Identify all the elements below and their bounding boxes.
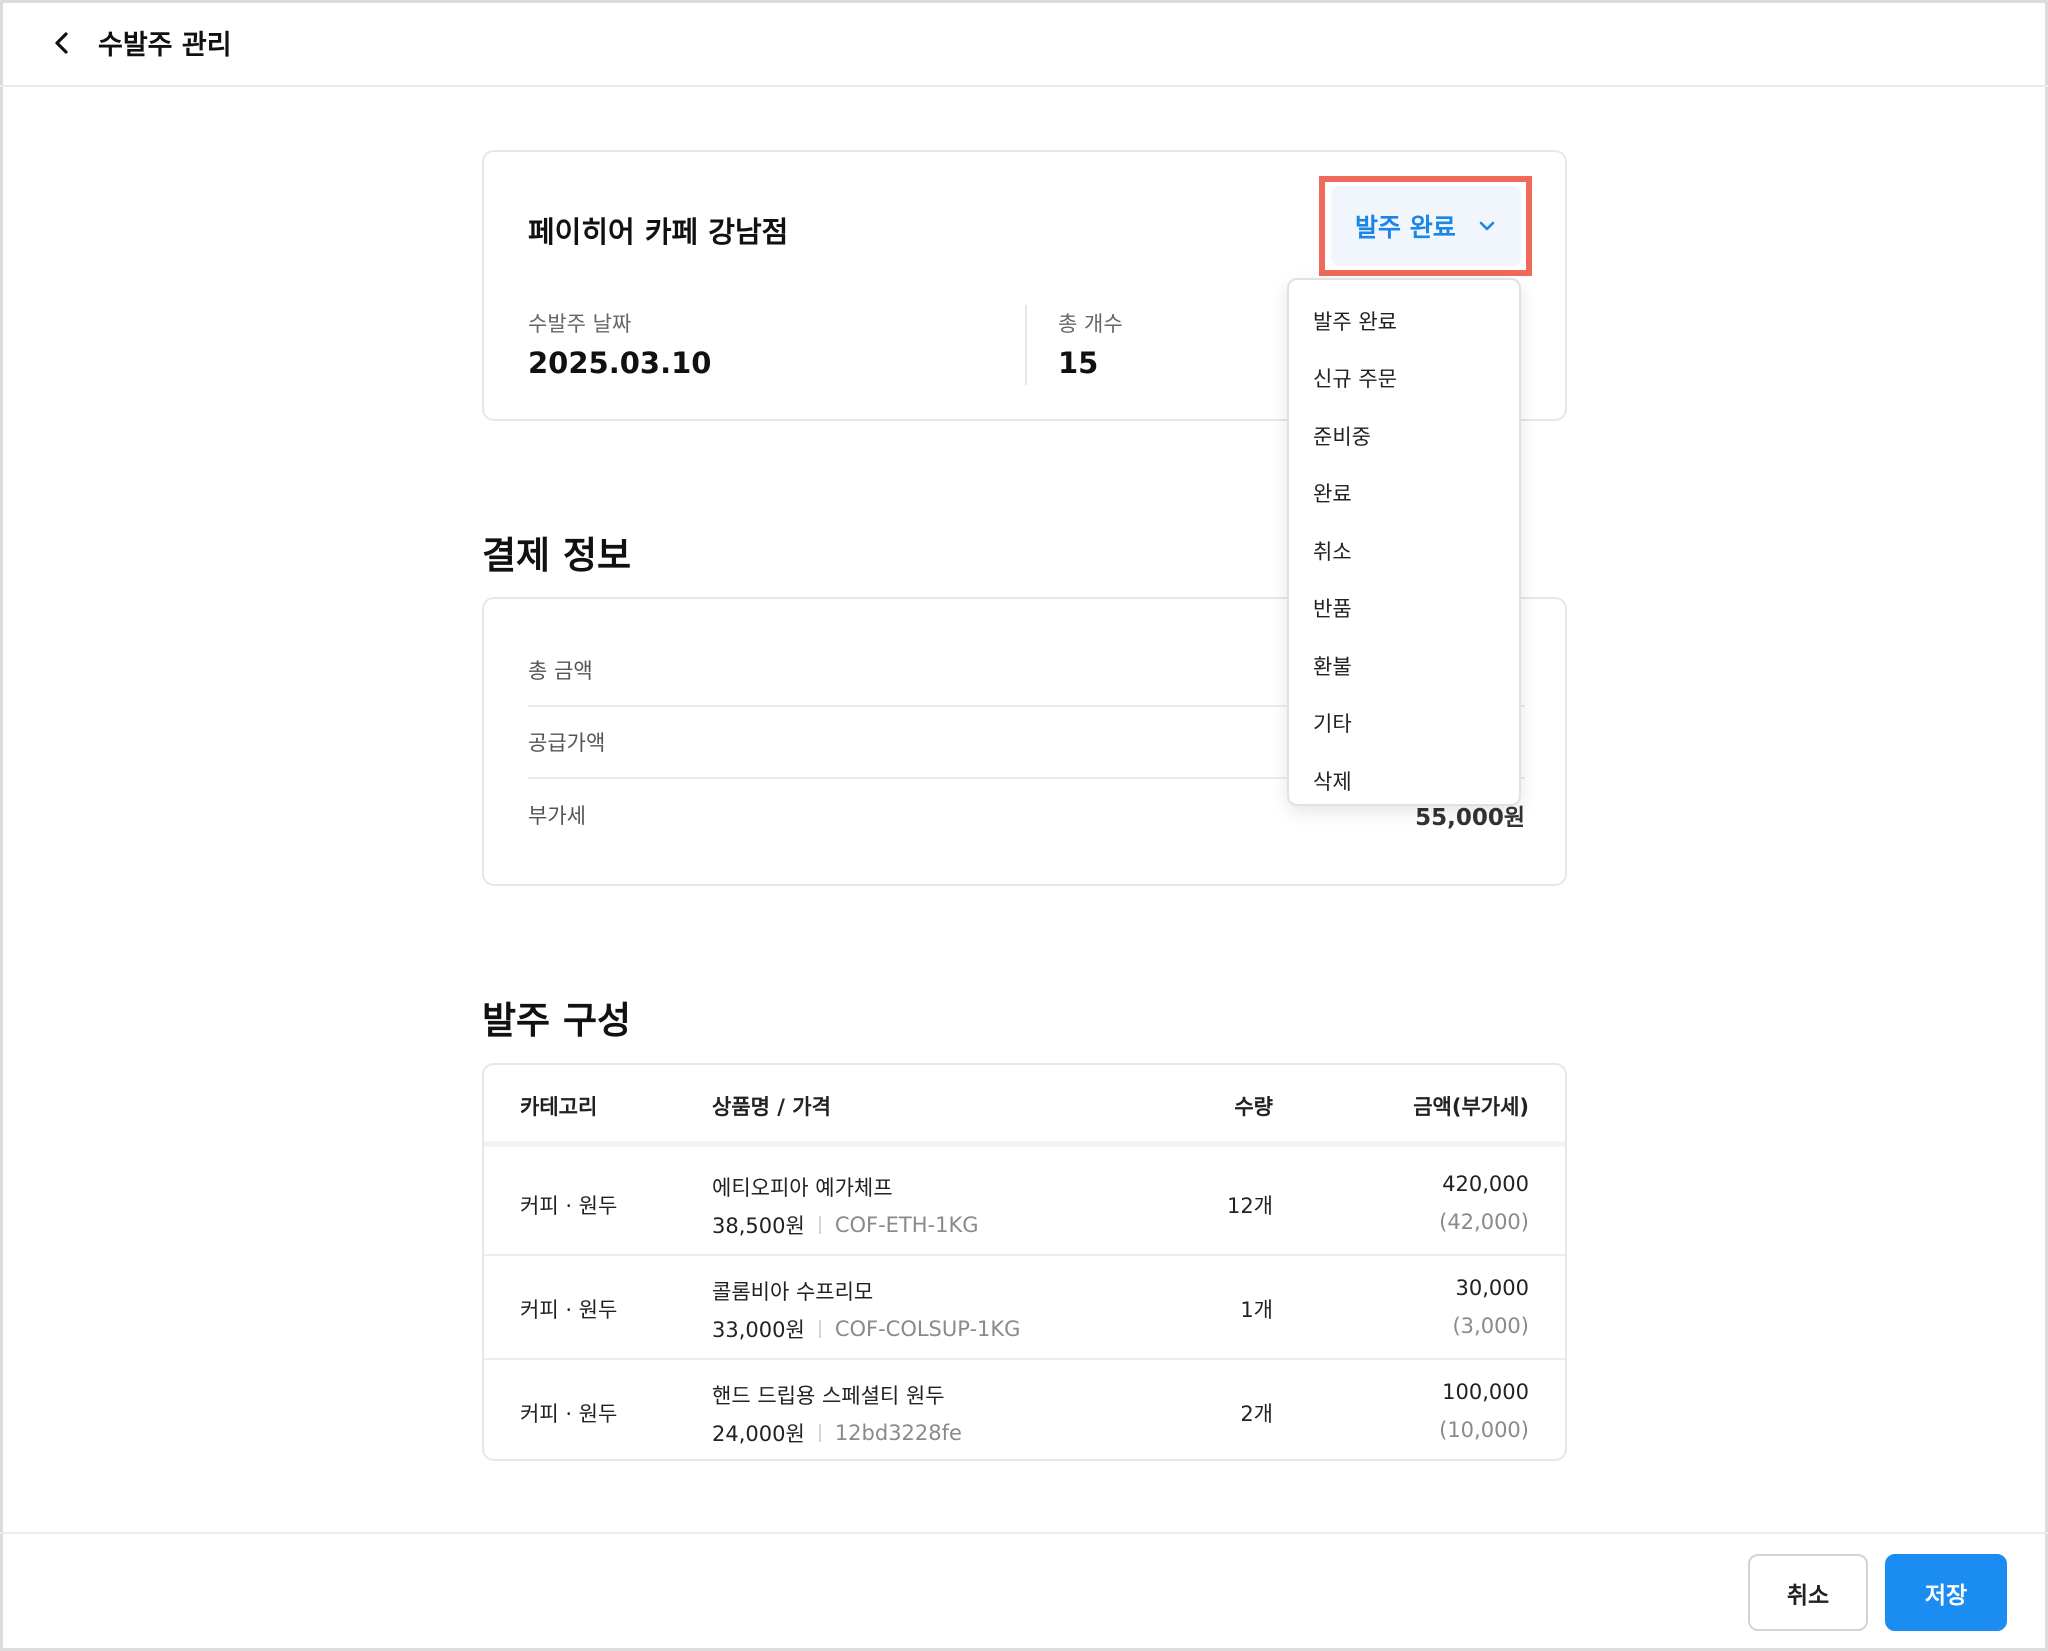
status-highlight-box [1319, 176, 1532, 276]
price-code-divider [818, 1320, 821, 1338]
row-quantity: 1개 [1240, 1298, 1273, 1322]
row-amount: 420,000 [1442, 1172, 1529, 1196]
row-product-code: 12bd3228fe [834, 1421, 962, 1445]
row-price-line: 24,000원 12bd3228fe [712, 1418, 962, 1448]
table-row[interactable]: 커피 · 원두 콜롬비아 수프리모 33,000원 COF-COLSUP-1KG… [484, 1256, 1565, 1360]
status-option-complete[interactable]: 완료 [1289, 465, 1519, 523]
row-category: 커피 · 원두 [520, 1194, 618, 1218]
row-product-name: 콜롬비아 수프리모 [712, 1280, 874, 1304]
payment-section-title: 결제 정보 [482, 534, 632, 577]
order-date-label: 수발주 날짜 [528, 312, 632, 336]
order-date-value: 2025.03.10 [528, 346, 712, 380]
row-unit-price: 38,500원 [712, 1214, 805, 1238]
page-title: 수발주 관리 [98, 30, 232, 61]
footer-action-bar: 취소 저장 [0, 1532, 2048, 1651]
cancel-button[interactable]: 취소 [1748, 1554, 1868, 1631]
row-unit-price: 33,000원 [712, 1318, 805, 1342]
back-button[interactable] [48, 29, 76, 57]
row-product-name: 핸드 드립용 스페셜티 원두 [712, 1384, 945, 1408]
save-button[interactable]: 저장 [1885, 1554, 2007, 1631]
table-row[interactable]: 커피 · 원두 에티오피아 예가체프 38,500원 COF-ETH-1KG 1… [484, 1152, 1565, 1256]
row-price-line: 38,500원 COF-ETH-1KG [712, 1210, 979, 1240]
status-option-refund[interactable]: 환불 [1289, 637, 1519, 695]
row-product-code: COF-ETH-1KG [834, 1213, 979, 1237]
status-option-return[interactable]: 반품 [1289, 580, 1519, 638]
payment-label: 부가세 [528, 804, 586, 828]
order-items-table: 카테고리 상품명 / 가격 수량 금액(부가세) 커피 · 원두 에티오피아 예… [482, 1063, 1567, 1461]
page-header: 수발주 관리 [0, 0, 2048, 87]
row-quantity: 12개 [1226, 1194, 1273, 1218]
status-option-preparing[interactable]: 준비중 [1289, 407, 1519, 465]
row-amount: 100,000 [1442, 1380, 1529, 1404]
column-header-quantity: 수량 [1234, 1095, 1273, 1119]
row-vat: (42,000) [1439, 1210, 1529, 1234]
status-dropdown-menu: 발주 완료 신규 주문 준비중 완료 취소 반품 환불 기타 삭제 [1287, 278, 1521, 806]
price-code-divider [818, 1424, 821, 1442]
table-header: 카테고리 상품명 / 가격 수량 금액(부가세) [484, 1065, 1565, 1147]
row-vat: (3,000) [1452, 1314, 1529, 1338]
status-option-delete[interactable]: 삭제 [1289, 752, 1519, 810]
status-option-other[interactable]: 기타 [1289, 695, 1519, 753]
total-count-value: 15 [1058, 346, 1099, 380]
column-header-amount: 금액(부가세) [1413, 1095, 1529, 1119]
status-option-order-complete[interactable]: 발주 완료 [1289, 292, 1519, 350]
table-row[interactable]: 커피 · 원두 핸드 드립용 스페셜티 원두 24,000원 12bd3228f… [484, 1360, 1565, 1459]
row-amount: 30,000 [1455, 1276, 1529, 1300]
row-category: 커피 · 원두 [520, 1298, 618, 1322]
total-count-label: 총 개수 [1058, 312, 1123, 336]
row-price-line: 33,000원 COF-COLSUP-1KG [712, 1314, 1020, 1344]
column-header-category: 카테고리 [520, 1095, 598, 1119]
row-product-name: 에티오피아 예가체프 [712, 1176, 893, 1200]
row-product-code: COF-COLSUP-1KG [834, 1317, 1021, 1341]
orders-section-title: 발주 구성 [482, 999, 632, 1042]
price-code-divider [818, 1216, 821, 1234]
payment-label: 총 금액 [528, 659, 593, 683]
status-option-new-order[interactable]: 신규 주문 [1289, 350, 1519, 408]
column-header-product: 상품명 / 가격 [712, 1095, 831, 1119]
row-quantity: 2개 [1240, 1402, 1273, 1426]
payment-label: 공급가액 [528, 731, 606, 755]
chevron-left-icon [55, 31, 68, 54]
row-unit-price: 24,000원 [712, 1422, 805, 1446]
store-name: 페이히어 카페 강남점 [528, 215, 789, 249]
meta-divider [1025, 305, 1027, 385]
row-vat: (10,000) [1439, 1418, 1529, 1442]
row-category: 커피 · 원두 [520, 1402, 618, 1426]
status-option-cancel[interactable]: 취소 [1289, 522, 1519, 580]
